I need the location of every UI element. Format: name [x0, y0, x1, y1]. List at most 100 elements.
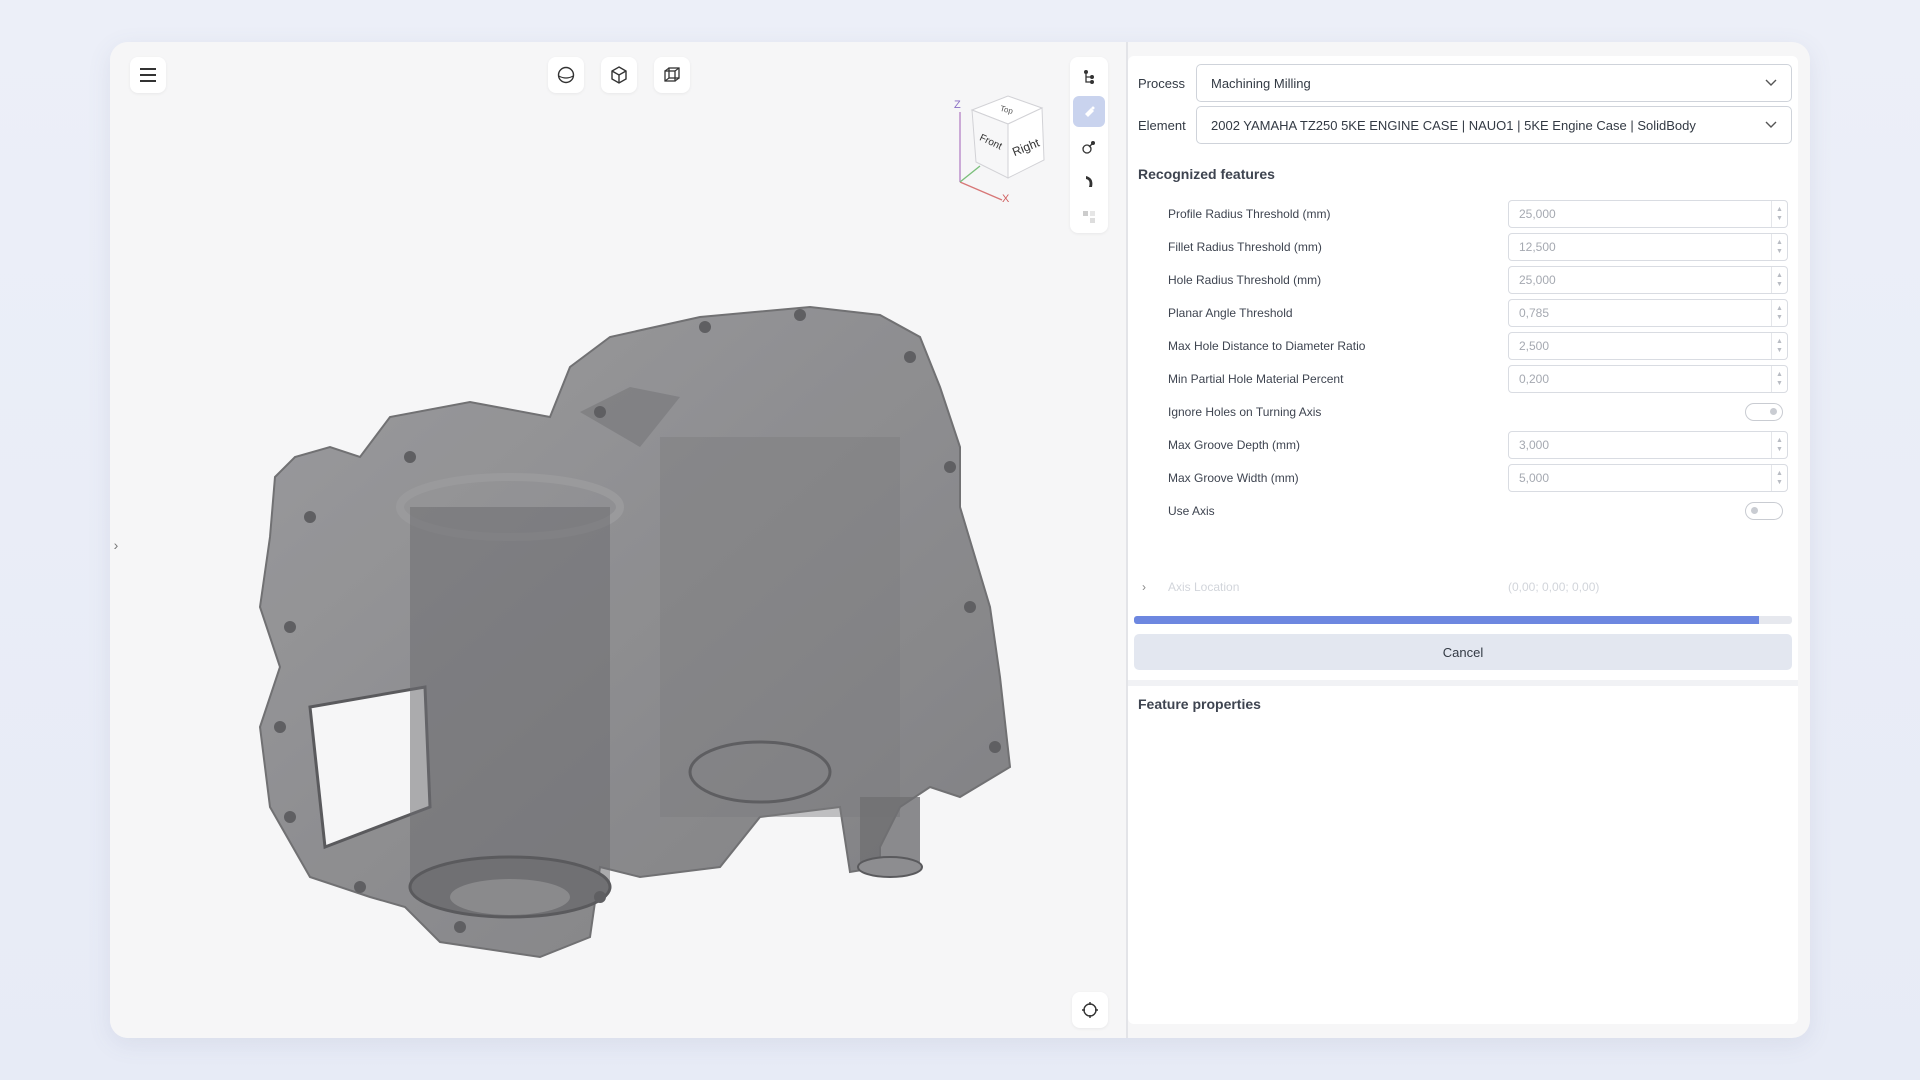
- element-select[interactable]: 2002 YAMAHA TZ250 5KE ENGINE CASE | NAUO…: [1196, 106, 1792, 144]
- param-value: 12,500: [1519, 240, 1556, 254]
- ignore-holes-toggle[interactable]: [1745, 403, 1783, 421]
- element-row: Element 2002 YAMAHA TZ250 5KE ENGINE CAS…: [1138, 106, 1792, 144]
- param-input[interactable]: 12,500 ▲ ▼: [1508, 233, 1788, 261]
- explode-button[interactable]: [1073, 202, 1105, 233]
- tree-icon: [1084, 69, 1094, 84]
- param-input[interactable]: 2,500 ▲ ▼: [1508, 332, 1788, 360]
- recenter-icon: [1082, 1002, 1098, 1018]
- param-value: 0,785: [1519, 306, 1550, 320]
- section-button[interactable]: [1073, 167, 1105, 198]
- hamburger-icon: [140, 66, 156, 84]
- toggle-knob: [1751, 507, 1758, 514]
- chevron-right-icon: ›: [113, 537, 119, 553]
- expand-sidebar-button[interactable]: ›: [110, 528, 122, 562]
- spinner[interactable]: ▲ ▼: [1771, 333, 1787, 359]
- x-axis-line: [959, 181, 1003, 201]
- param-input[interactable]: 3,000 ▲ ▼: [1508, 431, 1788, 459]
- spinner[interactable]: ▲ ▼: [1771, 432, 1787, 458]
- recenter-button[interactable]: [1072, 992, 1108, 1028]
- param-input[interactable]: 0,200 ▲ ▼: [1508, 365, 1788, 393]
- axis-location-value: (0,00; 0,00; 0,00): [1508, 580, 1600, 594]
- param-label: Max Hole Distance to Diameter Ratio: [1168, 339, 1366, 353]
- measure-icon: [1082, 141, 1095, 154]
- param-row: Profile Radius Threshold (mm) 25,000 ▲ ▼: [1168, 200, 1788, 228]
- x-axis-label: X: [1002, 193, 1010, 202]
- use-axis-label: Use Axis: [1168, 504, 1215, 518]
- section-separator: [1128, 680, 1798, 686]
- spinner[interactable]: ▲ ▼: [1771, 300, 1787, 326]
- use-axis-row: Use Axis: [1168, 497, 1788, 525]
- param-label: Max Groove Depth (mm): [1168, 438, 1301, 452]
- feature-icon: [1085, 106, 1095, 117]
- chevron-down-icon: [1765, 121, 1777, 128]
- 3d-viewport[interactable]: › Z X Top Front Right: [110, 42, 1126, 1038]
- ignore-holes-row: Ignore Holes on Turning Axis: [1168, 398, 1788, 426]
- spinner[interactable]: ▲ ▼: [1771, 465, 1787, 491]
- wireframe-view-button[interactable]: [654, 57, 690, 93]
- recognized-features-title: Recognized features: [1138, 166, 1275, 182]
- param-label: Profile Radius Threshold (mm): [1168, 207, 1331, 221]
- param-label: Min Partial Hole Material Percent: [1168, 372, 1344, 386]
- process-row: Process Machining Milling: [1138, 64, 1792, 102]
- param-value: 25,000: [1519, 207, 1556, 221]
- progress-bar: [1134, 616, 1792, 624]
- wireframe-cube-icon: [664, 67, 680, 82]
- spinner[interactable]: ▲ ▼: [1771, 366, 1787, 392]
- param-row: Fillet Radius Threshold (mm) 12,500 ▲ ▼: [1168, 233, 1788, 261]
- feature-properties-title: Feature properties: [1138, 696, 1261, 712]
- grid-icon: [1083, 211, 1095, 224]
- param-label: Hole Radius Threshold (mm): [1168, 273, 1322, 287]
- model-tree-button[interactable]: [1073, 61, 1105, 92]
- view-mode-toolbar: [548, 57, 690, 93]
- solid-view-button[interactable]: [601, 57, 637, 93]
- app-window: › Z X Top Front Right Process Machining …: [110, 42, 1810, 1038]
- properties-panel: Process Machining Milling Element 2002 Y…: [1128, 56, 1798, 1024]
- process-value: Machining Milling: [1211, 75, 1311, 91]
- param-input[interactable]: 0,785 ▲ ▼: [1508, 299, 1788, 327]
- spinner[interactable]: ▲ ▼: [1771, 267, 1787, 293]
- param-value: 0,200: [1519, 372, 1550, 386]
- menu-button[interactable]: [130, 57, 166, 93]
- param-row: Min Partial Hole Material Percent 0,200 ▲…: [1168, 365, 1788, 393]
- param-value: 25,000: [1519, 273, 1556, 287]
- param-label: Planar Angle Threshold: [1168, 306, 1293, 320]
- vertical-toolbar: [1070, 57, 1108, 233]
- feature-recognition-button[interactable]: [1073, 96, 1105, 128]
- param-input[interactable]: 25,000 ▲ ▼: [1508, 266, 1788, 294]
- section-icon: [1086, 176, 1093, 188]
- cancel-button[interactable]: Cancel: [1134, 634, 1792, 670]
- spinner[interactable]: ▲ ▼: [1771, 201, 1787, 227]
- element-label: Element: [1138, 117, 1186, 133]
- param-row: Max Groove Depth (mm) 3,000 ▲ ▼: [1168, 431, 1788, 459]
- param-value: 3,000: [1519, 438, 1550, 452]
- chevron-right-icon: ›: [1142, 580, 1146, 594]
- use-axis-toggle[interactable]: [1745, 502, 1783, 520]
- param-row: Max Groove Width (mm) 5,000 ▲ ▼: [1168, 464, 1788, 492]
- param-row: Planar Angle Threshold 0,785 ▲ ▼: [1168, 299, 1788, 327]
- shaded-view-button[interactable]: [548, 57, 584, 93]
- param-value: 2,500: [1519, 339, 1550, 353]
- process-label: Process: [1138, 75, 1185, 91]
- axis-location-label: Axis Location: [1168, 580, 1240, 594]
- param-input[interactable]: 25,000 ▲ ▼: [1508, 200, 1788, 228]
- element-value: 2002 YAMAHA TZ250 5KE ENGINE CASE | NAUO…: [1211, 117, 1696, 133]
- view-cube[interactable]: Z X Top Front Right: [950, 82, 1070, 202]
- param-value: 5,000: [1519, 471, 1550, 485]
- measure-button[interactable]: [1073, 131, 1105, 162]
- param-input[interactable]: 5,000 ▲ ▼: [1508, 464, 1788, 492]
- process-select[interactable]: Machining Milling: [1196, 64, 1792, 102]
- chevron-down-icon: [1765, 79, 1777, 86]
- param-label: Max Groove Width (mm): [1168, 471, 1299, 485]
- param-label: Fillet Radius Threshold (mm): [1168, 240, 1322, 254]
- progress-fill: [1134, 616, 1760, 624]
- cube-icon: [611, 66, 627, 84]
- axis-location-row[interactable]: › Axis Location (0,00; 0,00; 0,00): [1142, 576, 1782, 598]
- engine-case-model[interactable]: [160, 207, 1020, 967]
- z-axis-label: Z: [954, 99, 961, 111]
- param-row: Hole Radius Threshold (mm) 25,000 ▲ ▼: [1168, 266, 1788, 294]
- toggle-knob: [1770, 408, 1777, 415]
- y-axis-line: [959, 165, 981, 183]
- ignore-holes-label: Ignore Holes on Turning Axis: [1168, 405, 1322, 419]
- spinner[interactable]: ▲ ▼: [1771, 234, 1787, 260]
- sphere-icon: [557, 66, 575, 84]
